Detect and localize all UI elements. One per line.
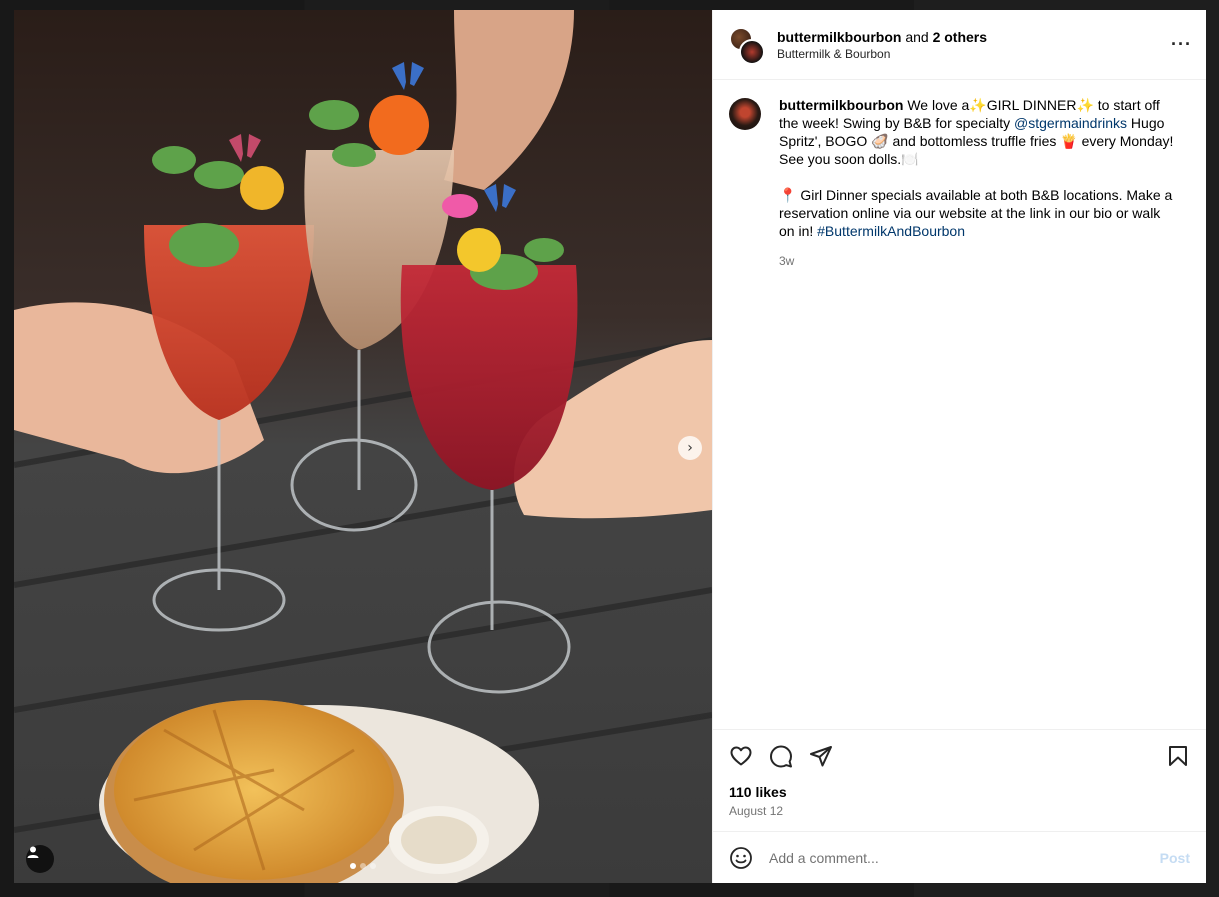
tagged-users-button[interactable] [26, 845, 54, 873]
carousel-dot [360, 863, 366, 869]
hashtag-link[interactable]: #ButtermilkAndBourbon [817, 223, 965, 239]
carousel-dots [350, 863, 376, 869]
chevron-right-icon: › [687, 440, 693, 456]
action-bar: 110 likes August 12 [713, 729, 1206, 831]
post-photo: › [14, 10, 712, 883]
more-options-icon[interactable]: ··· [1171, 34, 1192, 55]
collab-avatars[interactable] [729, 26, 765, 65]
heart-icon[interactable] [729, 744, 753, 768]
comment-icon[interactable] [769, 744, 793, 768]
author-username[interactable]: buttermilkbourbon [777, 29, 901, 45]
caption-section: buttermilkbourbon We love a✨GIRL DINNER✨… [713, 80, 1206, 729]
post-modal: › buttermilkbourbon and 2 others Butterm… [14, 10, 1206, 883]
post-date: August 12 [729, 804, 784, 818]
bookmark-icon[interactable] [1166, 744, 1190, 768]
cocktails-photo [14, 10, 712, 883]
caption-timestamp[interactable]: 3w [779, 252, 1177, 270]
user-icon [27, 846, 39, 858]
author-connector: and [905, 28, 929, 45]
post-header: buttermilkbourbon and 2 others Buttermil… [713, 10, 1206, 80]
comment-composer: Post [713, 831, 1206, 883]
post-details-panel: buttermilkbourbon and 2 others Buttermil… [712, 10, 1206, 883]
avatar[interactable] [729, 98, 761, 130]
likes-count[interactable]: 110 likes [729, 784, 1190, 800]
comment-input[interactable] [769, 849, 1160, 866]
emoji-icon[interactable] [729, 846, 753, 870]
collaborators-link[interactable]: 2 others [933, 29, 987, 45]
share-icon[interactable] [809, 744, 833, 768]
location-link[interactable]: Buttermilk & Bourbon [777, 47, 1171, 61]
carousel-dot [370, 863, 376, 869]
next-slide-button[interactable]: › [678, 436, 702, 460]
caption-username[interactable]: buttermilkbourbon [779, 97, 903, 113]
post-comment-button[interactable]: Post [1160, 850, 1190, 866]
mention-link[interactable]: @stgermaindrinks [1014, 115, 1127, 131]
avatar [739, 38, 765, 65]
carousel-dot [350, 863, 356, 869]
